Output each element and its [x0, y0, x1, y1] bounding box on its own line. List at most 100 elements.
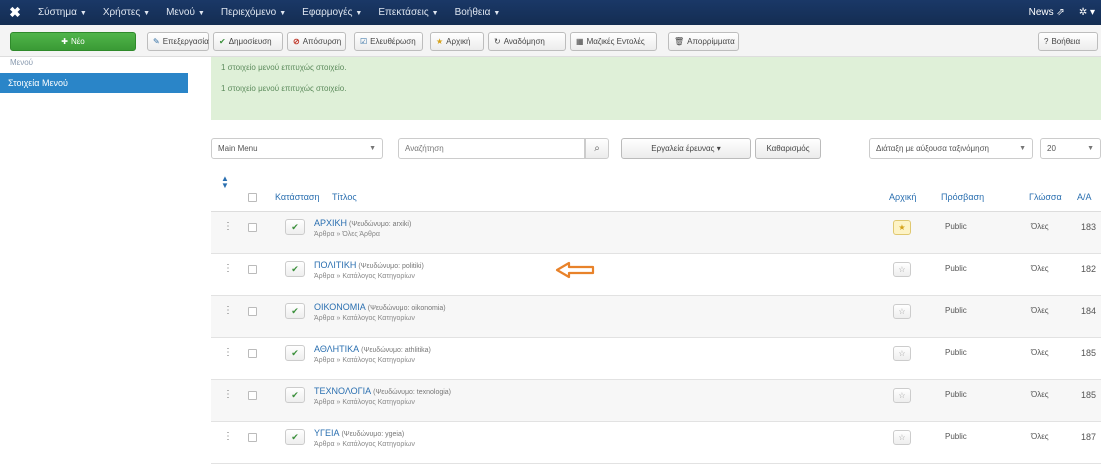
language-value: Όλες [1031, 390, 1049, 399]
batch-button[interactable]: ▦ Μαζικές Εντολές [570, 32, 657, 51]
limit-select[interactable]: 20 ▼ [1040, 138, 1101, 159]
sidebar-item-menu-items[interactable]: Στοιχεία Μενού [0, 73, 188, 93]
help-button[interactable]: ? Βοήθεια [1038, 32, 1098, 51]
access-level: Public [945, 348, 967, 357]
caret-down-icon: ▼ [1019, 145, 1026, 152]
site-link-label: News [1028, 7, 1054, 18]
drag-handle-icon[interactable]: ⋮ [223, 390, 233, 400]
table-row: ⋮ ✔ ΠΟΛΙΤΙΚΗ (Ψευδώνυμο: politiki) Άρθρα … [211, 254, 1101, 296]
published-check-icon[interactable]: ✔ [285, 429, 305, 445]
new-button-label: Νέο [70, 37, 85, 46]
search-button[interactable]: ⌕ [585, 138, 609, 159]
row-checkbox[interactable] [248, 433, 257, 442]
published-check-icon[interactable]: ✔ [285, 219, 305, 235]
nav-menu-users[interactable]: Χρήστες ▼ [95, 0, 158, 25]
sidebar-item-menus[interactable]: Μενού [0, 57, 190, 69]
home-star-icon[interactable]: ☆ [893, 430, 911, 445]
clear-button[interactable]: Καθαρισμός [755, 138, 821, 159]
item-id: 183 [1081, 222, 1097, 232]
unpublish-button[interactable]: ⊘ Απόσυρση [287, 32, 346, 51]
menu-item-alias: (Ψευδώνυμο: athlitika) [361, 347, 431, 354]
table-row: ⋮ ✔ ΟΙΚΟΝΟΜΙΑ (Ψευδώνυμο: oikonomia) Άρθρ… [211, 296, 1101, 338]
home-star-icon[interactable]: ★ [893, 220, 911, 235]
external-link-icon: ⇗ [1056, 7, 1065, 18]
home-star-icon[interactable]: ☆ [893, 262, 911, 277]
checkin-button[interactable]: ☑ Ελευθέρωση [354, 32, 423, 51]
rebuild-button[interactable]: ↻ Αναδόμηση [488, 32, 566, 51]
new-button[interactable]: ✚ Νέο [10, 32, 136, 51]
home-button-label: Αρχική [446, 37, 471, 46]
item-id: 185 [1081, 348, 1097, 358]
nav-menu-content[interactable]: Περιεχόμενο ▼ [213, 0, 294, 25]
row-checkbox[interactable] [248, 265, 257, 274]
nav-menu-menus[interactable]: Μενού ▼ [158, 0, 213, 25]
row-checkbox[interactable] [248, 307, 257, 316]
nav-menu-label: Βοήθεια [454, 7, 491, 18]
published-check-icon[interactable]: ✔ [285, 303, 305, 319]
caret-down-icon: ▼ [493, 10, 501, 17]
nav-menu-system[interactable]: Σύστημα ▼ [30, 0, 95, 25]
home-star-icon[interactable]: ☆ [893, 388, 911, 403]
home-star-icon[interactable]: ☆ [893, 346, 911, 361]
home-button[interactable]: ★ Αρχική [430, 32, 484, 51]
drag-handle-icon[interactable]: ⋮ [223, 306, 233, 316]
menu-select[interactable]: Main Menu ▼ [211, 138, 383, 159]
column-access[interactable]: Πρόσβαση [941, 192, 984, 202]
search-tools-button[interactable]: Εργαλεία έρευνας ▾ [621, 138, 751, 159]
drag-handle-icon[interactable]: ⋮ [223, 348, 233, 358]
row-checkbox[interactable] [248, 349, 257, 358]
home-star-icon[interactable]: ☆ [893, 304, 911, 319]
trash-button-label: Απορρίμματα [687, 37, 735, 46]
menu-item-alias: (Ψευδώνυμο: arxiki) [349, 221, 412, 228]
nav-menu-label: Εφαρμογές [302, 7, 353, 18]
search-input[interactable] [398, 138, 585, 159]
column-home[interactable]: Αρχική [889, 192, 916, 202]
menu-item-link[interactable]: ΑΘΛΗΤΙΚΑ (Ψευδώνυμο: athlitika) [314, 344, 431, 354]
trash-button[interactable]: 🗑 Απορρίμματα [668, 32, 739, 51]
sort-ordering-icon[interactable]: ▲ ▼ [221, 175, 229, 190]
menu-item-alias: (Ψευδώνυμο: ygeia) [341, 431, 405, 438]
menu-item-link[interactable]: ΥΓΕΙΑ (Ψευδώνυμο: ygeia) [314, 428, 404, 438]
edit-button[interactable]: ✎ Επεξεργασία [147, 32, 209, 51]
row-checkbox[interactable] [248, 223, 257, 232]
caret-down-icon: ▼ [355, 10, 363, 17]
caret-down-icon: ▼ [197, 10, 205, 17]
drag-handle-icon[interactable]: ⋮ [223, 264, 233, 274]
batch-button-label: Μαζικές Εντολές [586, 37, 645, 46]
language-value: Όλες [1031, 306, 1049, 315]
message-line: 1 στοιχείο μενού επιτυχώς στοιχείο. [221, 63, 347, 72]
publish-button[interactable]: ✔ Δημοσίευση [213, 32, 283, 51]
access-level: Public [945, 222, 967, 231]
column-language[interactable]: Γλώσσα [1029, 192, 1062, 202]
row-checkbox[interactable] [248, 391, 257, 400]
published-check-icon[interactable]: ✔ [285, 261, 305, 277]
nav-menu-extensions[interactable]: Επεκτάσεις ▼ [370, 0, 446, 25]
menu-item-link[interactable]: ΑΡΧΙΚΗ (Ψευδώνυμο: arxiki) [314, 218, 411, 228]
column-id[interactable]: A/A [1077, 192, 1092, 202]
select-all-checkbox[interactable] [248, 193, 257, 202]
nav-menu-help[interactable]: Βοήθεια ▼ [447, 0, 509, 25]
published-check-icon[interactable]: ✔ [285, 345, 305, 361]
caret-down-icon: ▼ [279, 10, 287, 17]
menu-item-title: ΟΙΚΟΝΟΜΙΑ [314, 302, 366, 312]
sidebar: Μενού Στοιχεία Μενού [0, 57, 190, 93]
menu-item-link[interactable]: ΟΙΚΟΝΟΜΙΑ (Ψευδώνυμο: oikonomia) [314, 302, 446, 312]
nav-menu-components[interactable]: Εφαρμογές ▼ [294, 0, 370, 25]
joomla-logo-icon[interactable]: ✖ [0, 0, 30, 25]
menu-item-alias: (Ψευδώνυμο: oikonomia) [367, 305, 446, 312]
site-link[interactable]: News ⇗ [1029, 7, 1065, 18]
caret-down-icon: ▼ [431, 10, 439, 17]
ordering-select[interactable]: Διάταξη με αύξουσα ταξινόμηση ▼ [869, 138, 1033, 159]
menu-item-title: ΠΟΛΙΤΙΚΗ [314, 260, 357, 270]
caret-down-icon: ▼ [79, 10, 87, 17]
drag-handle-icon[interactable]: ⋮ [223, 222, 233, 232]
column-title[interactable]: Τίτλος [332, 192, 357, 202]
column-status[interactable]: Κατάσταση [275, 192, 319, 202]
menu-item-title: ΥΓΕΙΑ [314, 428, 340, 438]
nav-menu-label: Σύστημα [38, 7, 77, 18]
published-check-icon[interactable]: ✔ [285, 387, 305, 403]
menu-item-link[interactable]: ΤΕΧΝΟΛΟΓΙΑ (Ψευδώνυμο: texnologia) [314, 386, 451, 396]
gear-icon[interactable]: ✲ ▾ [1079, 7, 1095, 18]
drag-handle-icon[interactable]: ⋮ [223, 432, 233, 442]
menu-item-link[interactable]: ΠΟΛΙΤΙΚΗ (Ψευδώνυμο: politiki) [314, 260, 424, 270]
